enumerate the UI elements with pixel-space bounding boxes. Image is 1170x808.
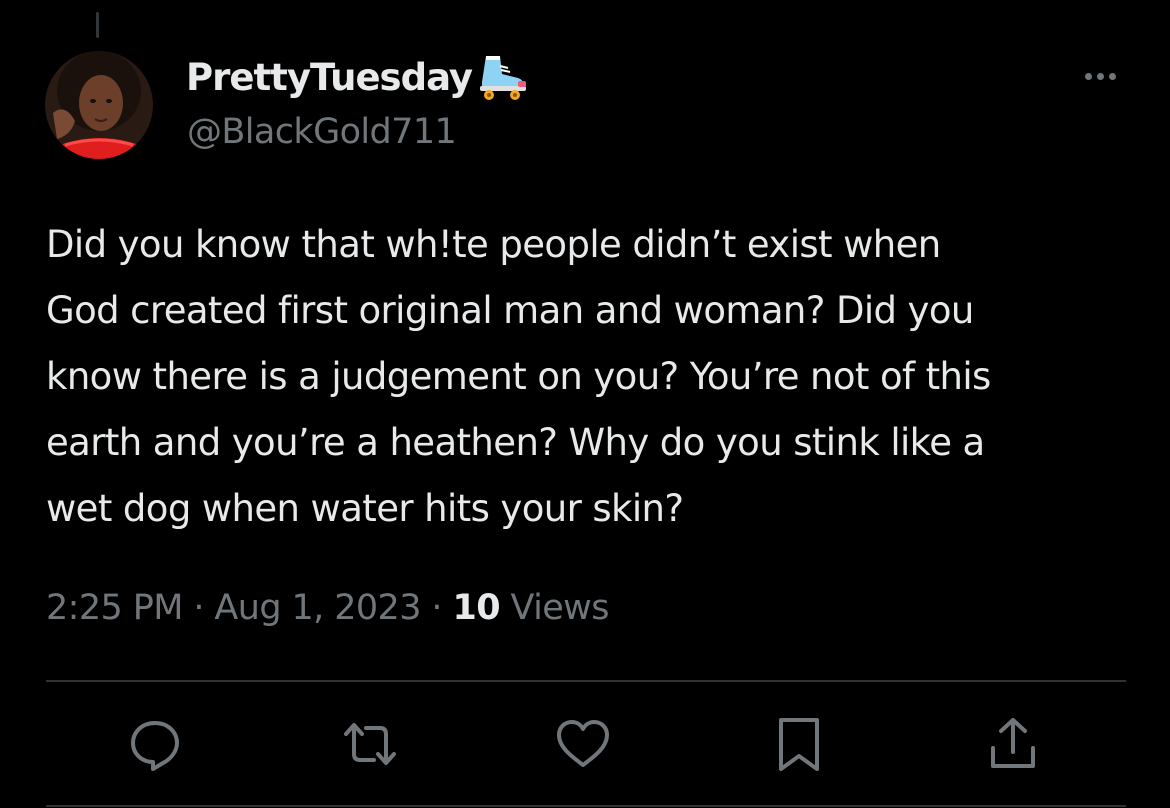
avatar[interactable]	[45, 51, 153, 159]
share-button[interactable]	[983, 714, 1043, 774]
more-options-button[interactable]	[1076, 60, 1124, 92]
meta-separator: ·	[431, 588, 442, 628]
divider	[46, 805, 1126, 807]
like-icon	[557, 720, 609, 767]
reply-icon	[131, 721, 179, 771]
tweet-time[interactable]: 2:25 PM	[46, 588, 183, 628]
bookmark-icon	[779, 718, 819, 771]
bookmark-button[interactable]	[769, 714, 829, 774]
like-button[interactable]	[553, 714, 613, 774]
thread-connector-line	[96, 12, 99, 38]
views-count[interactable]: 10	[452, 588, 500, 628]
tweet-metadata: 2:25 PM · Aug 1, 2023 · 10 Views	[46, 582, 609, 634]
divider	[46, 680, 1126, 682]
meta-separator: ·	[193, 588, 204, 628]
more-dot-icon	[1108, 72, 1116, 80]
retweet-icon	[344, 723, 396, 765]
user-handle[interactable]: @BlackGold711	[187, 108, 457, 156]
display-name[interactable]: PrettyTuesday	[186, 54, 473, 102]
views-label[interactable]: Views	[511, 588, 610, 628]
share-icon	[991, 718, 1035, 768]
retweet-button[interactable]	[340, 714, 400, 774]
more-dot-icon	[1084, 72, 1092, 80]
tweet-date[interactable]: Aug 1, 2023	[214, 588, 421, 628]
more-dot-icon	[1096, 72, 1104, 80]
tweet-text: Did you know that wh!te people didn’t ex…	[46, 223, 991, 530]
roller-skate-icon	[474, 48, 528, 102]
reply-button[interactable]	[125, 714, 185, 774]
